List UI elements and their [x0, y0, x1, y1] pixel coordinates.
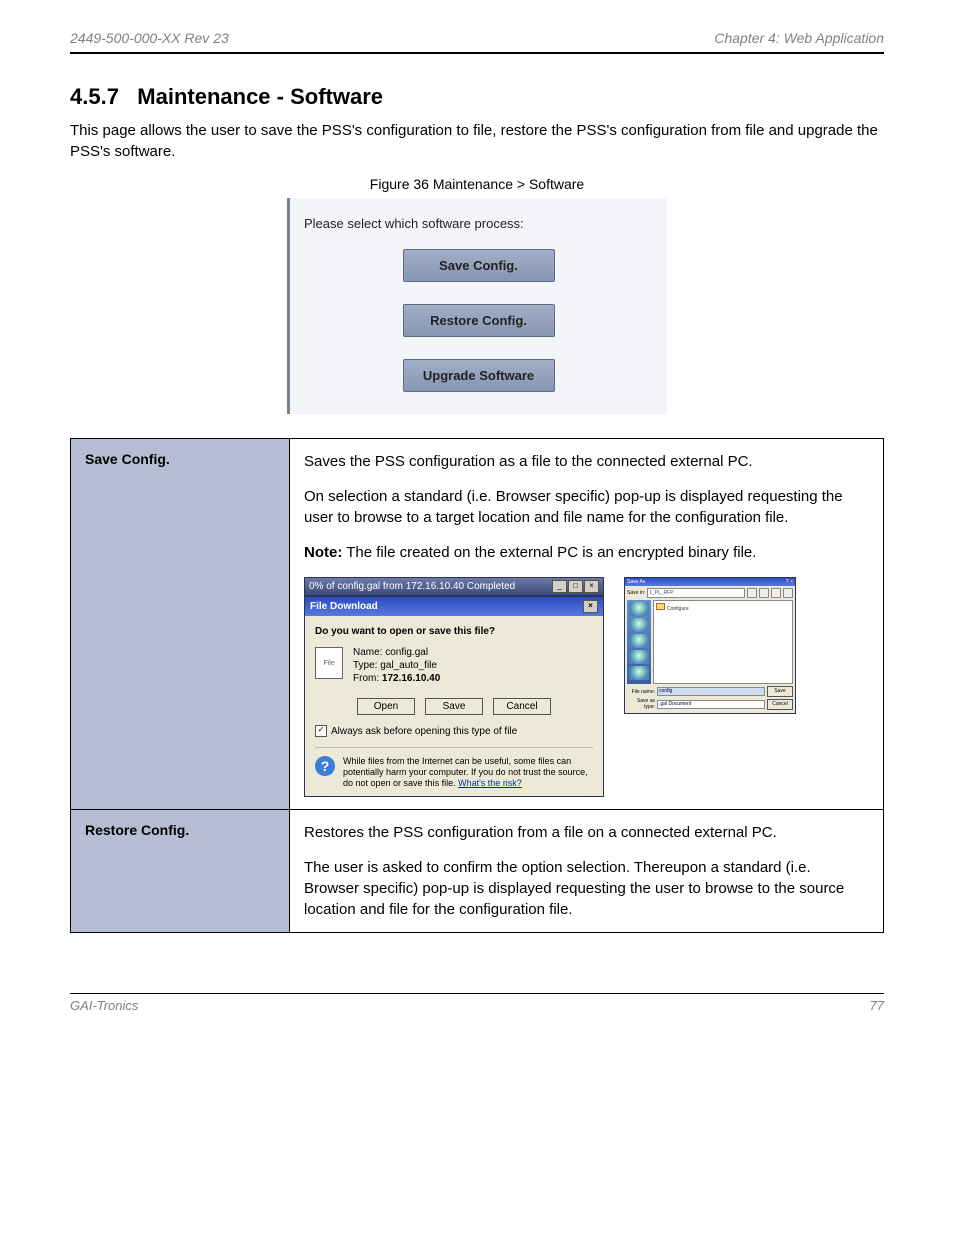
file-list[interactable]: Configure [653, 600, 793, 684]
description-table: Save Config. Saves the PSS configuration… [70, 438, 884, 933]
meta-name-value: config.gal [385, 647, 428, 658]
table-row: Save Config. Saves the PSS configuration… [71, 439, 884, 810]
mini-figures: 0% of config.gal from 172.16.10.40 Compl… [304, 577, 869, 797]
up-icon[interactable] [759, 588, 769, 598]
footer-company: GAI-Tronics [70, 998, 138, 1013]
upgrade-software-button[interactable]: Upgrade Software [403, 359, 555, 392]
row-desc-save: Saves the PSS configuration as a file to… [290, 439, 884, 810]
file-download-titlebar: File Download × [305, 597, 603, 616]
software-process-panel: Please select which software process: Sa… [287, 198, 667, 414]
close-icon[interactable]: × [583, 600, 598, 613]
file-download-title: File Download [310, 601, 378, 612]
open-button[interactable]: Open [357, 698, 415, 715]
save-as-toolbar: Save in: 1_PL_RFP [627, 588, 793, 598]
header-doc-ref: 2449-500-000-XX Rev 23 [70, 30, 229, 46]
page-footer: GAI-Tronics 77 [70, 993, 884, 1013]
dialog-button-row: Open Save Cancel [315, 698, 593, 715]
saveas-cancel-button[interactable]: Cancel [767, 699, 793, 710]
file-meta-text: Name: config.gal Type: gal_auto_file Fro… [353, 647, 440, 686]
save-desc-p1: Saves the PSS configuration as a file to… [304, 451, 869, 472]
question-icon: ? [315, 756, 335, 776]
filename-field[interactable]: config [657, 687, 765, 696]
footer-page-number: 77 [870, 998, 884, 1013]
savein-label: Save in: [627, 590, 645, 596]
new-folder-icon[interactable] [771, 588, 781, 598]
list-item[interactable]: Configure [667, 606, 689, 612]
file-download-inner: File Download × Do you want to open or s… [304, 596, 604, 797]
save-as-dialog: Save As ? × Save in: 1_PL_RFP [624, 577, 796, 714]
saveas-close[interactable]: ? × [786, 579, 793, 585]
header-rule [70, 52, 884, 54]
file-download-dialog: 0% of config.gal from 172.16.10.40 Compl… [304, 577, 604, 797]
places-bar-item[interactable] [629, 650, 649, 664]
row-key-restore: Restore Config. [71, 810, 290, 933]
places-bar-item[interactable] [629, 634, 649, 648]
file-download-body: Do you want to open or save this file? F… [305, 616, 603, 796]
always-ask-label: Always ask before opening this type of f… [331, 726, 517, 737]
file-meta: File Name: config.gal Type: gal_auto_fil… [315, 647, 593, 686]
warning-text: While files from the Internet can be use… [343, 756, 593, 788]
places-bar-item[interactable] [629, 618, 649, 632]
table-row: Restore Config. Restores the PSS configu… [71, 810, 884, 933]
save-as-main: Configure [627, 600, 793, 684]
restore-config-button[interactable]: Restore Config. [403, 304, 555, 337]
saveas-save-button[interactable]: Save [767, 686, 793, 697]
cancel-button[interactable]: Cancel [493, 698, 551, 715]
meta-name-label: Name: [353, 647, 382, 658]
views-icon[interactable] [783, 588, 793, 598]
save-as-bottom: File name: config Save Save as type: .ga… [627, 686, 793, 710]
save-as-title: Save As [627, 579, 645, 585]
save-config-button[interactable]: Save Config. [403, 249, 555, 282]
progress-title-text: 0% of config.gal from 172.16.10.40 Compl… [309, 581, 515, 592]
file-download-question: Do you want to open or save this file? [315, 626, 593, 637]
save-desc-p2: On selection a standard (i.e. Browser sp… [304, 486, 869, 528]
meta-from-value: 172.16.10.40 [382, 673, 440, 684]
save-as-body: Save in: 1_PL_RFP [625, 586, 795, 713]
meta-type-label: Type: [353, 660, 377, 671]
minimize-icon[interactable]: _ [552, 580, 567, 593]
places-bar [627, 600, 651, 684]
progress-window-titlebar: 0% of config.gal from 172.16.10.40 Compl… [304, 577, 604, 596]
panel-prompt: Please select which software process: [304, 216, 653, 231]
row-key-save: Save Config. [71, 439, 290, 810]
intro-paragraph: This page allows the user to save the PS… [70, 120, 884, 162]
row-desc-restore: Restores the PSS configuration from a fi… [290, 810, 884, 933]
back-icon[interactable] [747, 588, 757, 598]
always-ask-checkbox[interactable]: ✓ [315, 725, 327, 737]
restore-desc-p2: The user is asked to confirm the option … [304, 857, 869, 920]
note-text: The file created on the external PC is a… [342, 544, 756, 561]
save-as-titlebar: Save As ? × [625, 578, 795, 586]
always-ask-row: ✓ Always ask before opening this type of… [315, 725, 593, 737]
savetype-field[interactable]: .gal Document [657, 700, 765, 709]
places-bar-item[interactable] [629, 666, 649, 680]
window-buttons: _ □ × [552, 580, 599, 593]
save-note: Note: The file created on the external P… [304, 542, 869, 563]
restore-desc-p1: Restores the PSS configuration from a fi… [304, 822, 869, 843]
places-bar-item[interactable] [629, 602, 649, 616]
maximize-icon[interactable]: □ [568, 580, 583, 593]
meta-from-label: From: [353, 673, 379, 684]
section-title-text: Maintenance - Software [137, 84, 383, 109]
figure-caption: Figure 36 Maintenance > Software [70, 176, 884, 192]
header-chapter: Chapter 4: Web Application [714, 30, 884, 46]
section-heading: 4.5.7 Maintenance - Software [70, 84, 884, 110]
note-label: Note: [304, 544, 342, 561]
whats-the-risk-link[interactable]: What's the risk? [458, 778, 522, 788]
savetype-label: Save as type: [627, 698, 655, 710]
meta-type-value: gal_auto_file [380, 660, 437, 671]
savein-combo[interactable]: 1_PL_RFP [647, 588, 745, 598]
warning-row: ? While files from the Internet can be u… [315, 747, 593, 788]
filename-label: File name: [627, 689, 655, 695]
close-icon[interactable]: × [584, 580, 599, 593]
page-header: 2449-500-000-XX Rev 23 Chapter 4: Web Ap… [70, 30, 884, 52]
folder-icon [656, 603, 665, 610]
file-icon: File [315, 647, 343, 679]
save-button[interactable]: Save [425, 698, 483, 715]
section-number: 4.5.7 [70, 84, 119, 109]
